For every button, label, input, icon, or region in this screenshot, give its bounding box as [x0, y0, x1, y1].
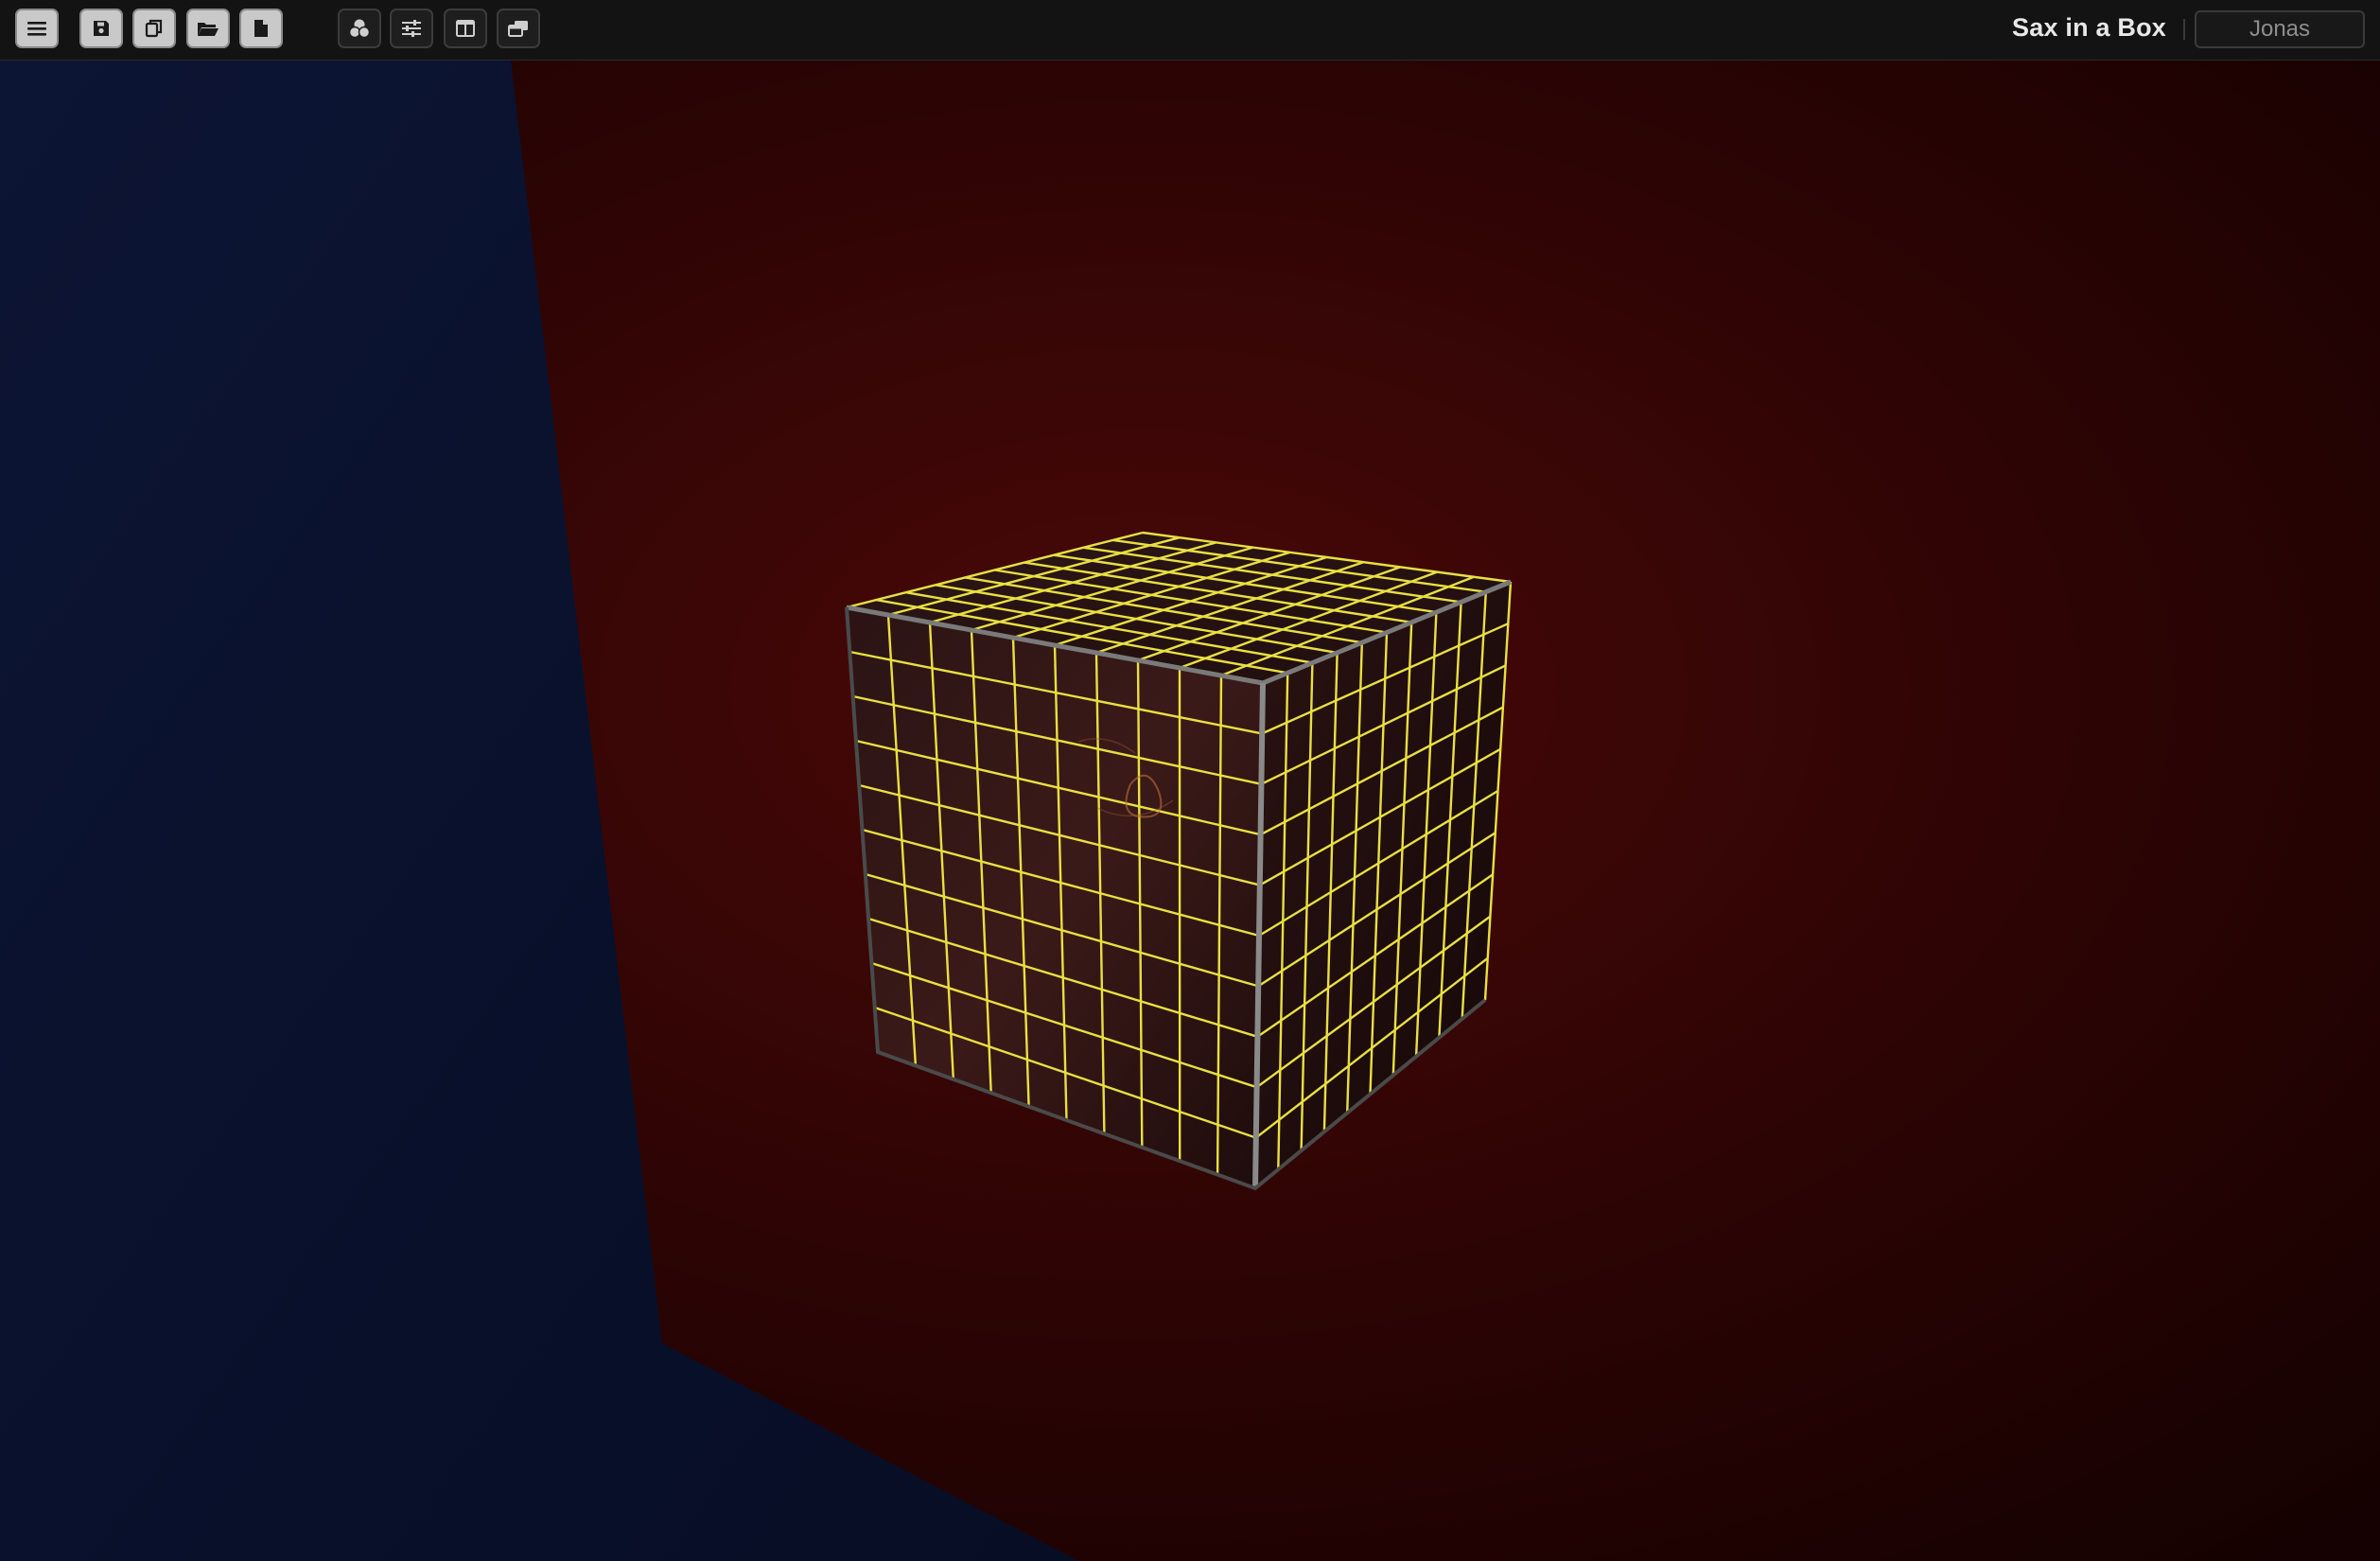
open-button[interactable]: [186, 9, 230, 48]
title-separator: [2183, 19, 2185, 40]
folder-open-icon: [196, 18, 220, 39]
settings-button[interactable]: [390, 9, 433, 48]
layout-button[interactable]: [444, 9, 487, 48]
new-file-icon: [252, 18, 271, 39]
app-title: Sax in a Box: [2012, 13, 2166, 42]
duplicate-button[interactable]: [132, 9, 176, 48]
user-name-field[interactable]: Jonas: [2195, 10, 2365, 48]
save-floppy-icon: [91, 18, 112, 39]
sliders-icon: [399, 17, 424, 40]
stacked-windows-icon: [506, 18, 531, 39]
new-file-button[interactable]: [239, 9, 283, 48]
hamburger-menu-icon: [26, 19, 48, 38]
top-toolbar: Sax in a Box Jonas: [0, 0, 2380, 61]
3d-viewport[interactable]: [0, 61, 2380, 1561]
windows-button[interactable]: [497, 9, 540, 48]
panel-layout-icon: [454, 18, 477, 39]
app-window: Sax in a Box Jonas: [0, 0, 2380, 1561]
effects-circles-icon: [347, 17, 372, 40]
scene-canvas[interactable]: [0, 61, 2380, 1561]
effects-button[interactable]: [338, 9, 381, 48]
save-button[interactable]: [79, 9, 123, 48]
menu-button[interactable]: [15, 9, 59, 48]
copy-icon: [144, 18, 165, 39]
